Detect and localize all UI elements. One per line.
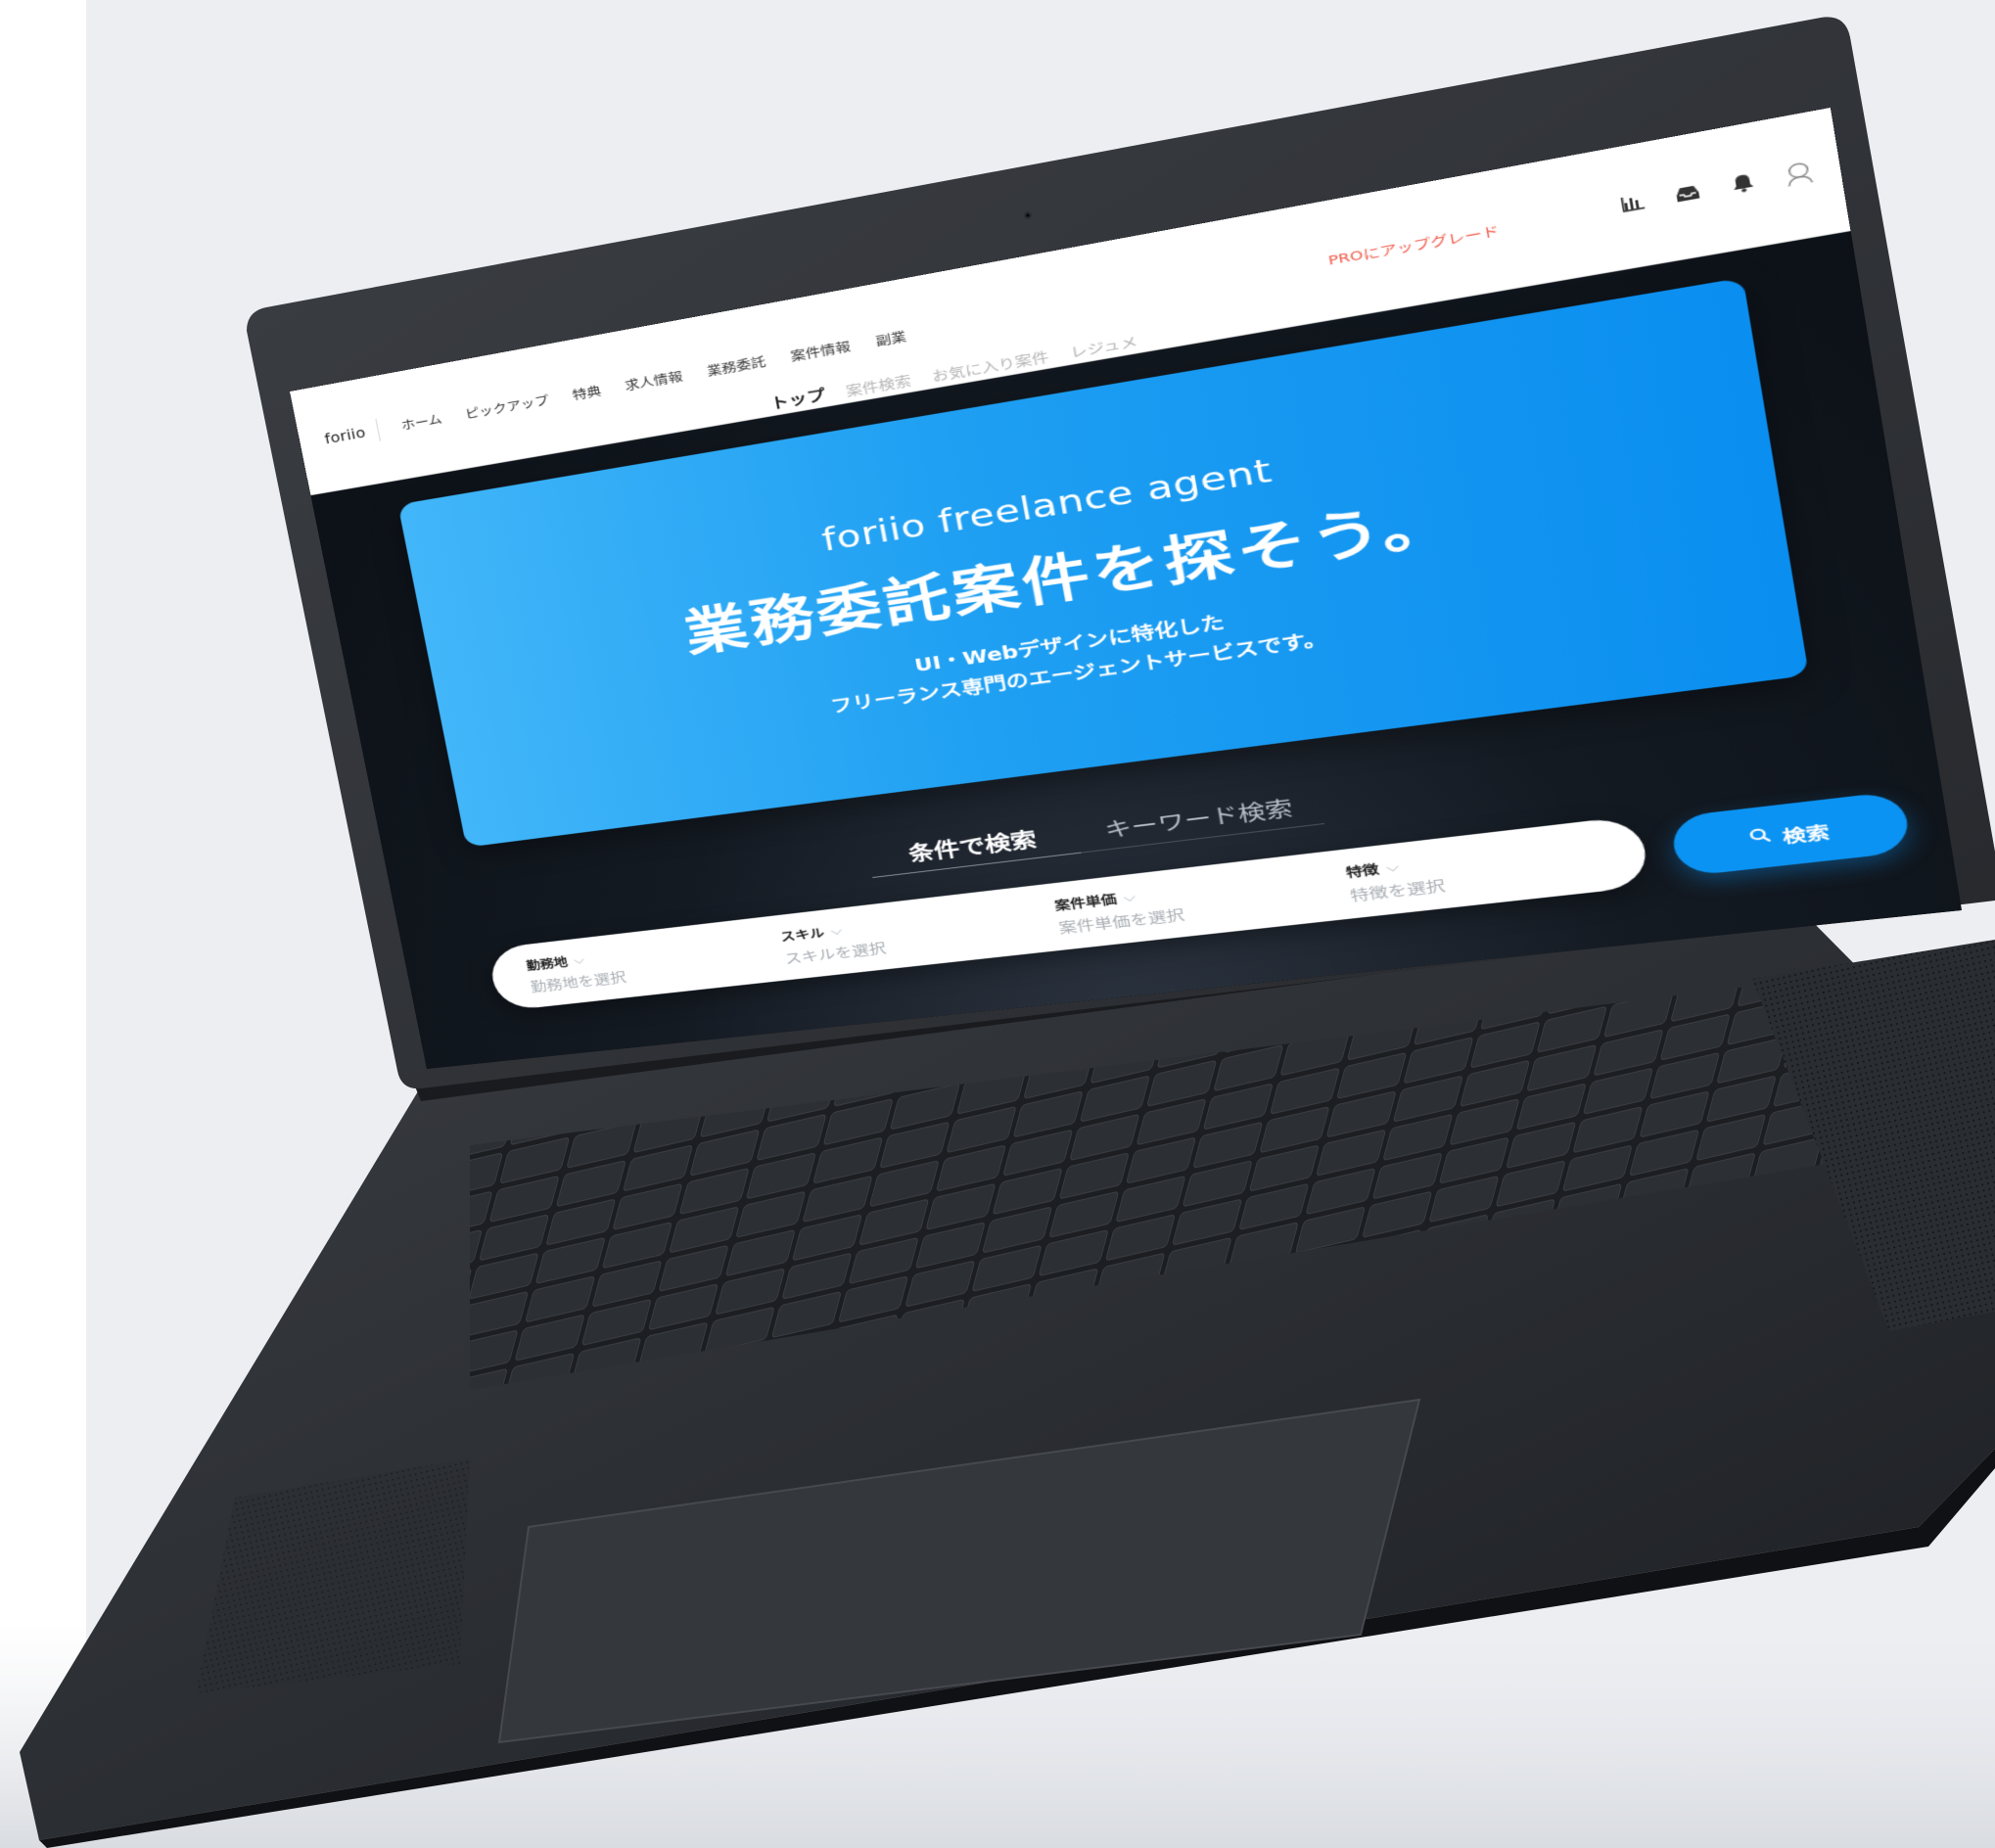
chevron-down-icon: ⌵ xyxy=(1123,891,1137,905)
logo-divider xyxy=(375,419,381,441)
nav-item-benefits[interactable]: 特典 xyxy=(571,381,602,402)
header-icons xyxy=(1616,160,1817,216)
logo[interactable]: foriio xyxy=(323,425,367,447)
nav-item-contract[interactable]: 業務委託 xyxy=(705,351,766,379)
rate-select[interactable]: 案件単価 ⌵ 案件単価を選択 xyxy=(1053,882,1186,938)
upgrade-pro-link[interactable]: PROにアップグレード xyxy=(1326,220,1501,269)
location-placeholder: 勤務地を選択 xyxy=(529,967,627,995)
chevron-down-icon: ⌵ xyxy=(1385,860,1400,876)
feature-placeholder: 特徴を選択 xyxy=(1348,875,1446,905)
nav-item-projects[interactable]: 案件情報 xyxy=(789,336,852,364)
chart-icon[interactable] xyxy=(1616,189,1649,216)
profile-avatar-icon[interactable] xyxy=(1782,160,1816,187)
feature-select[interactable]: 特徴 ⌵ 特徴を選択 xyxy=(1344,852,1447,905)
product-mockup-scene: foriio ホーム ピックアップ 特典 求人情報 業務委託 案件情報 副業 P… xyxy=(0,0,1995,1848)
nav-item-home[interactable]: ホーム xyxy=(399,409,443,433)
search-icon xyxy=(1748,826,1774,849)
nav-item-jobs[interactable]: 求人情報 xyxy=(623,366,683,393)
bell-icon[interactable] xyxy=(1726,169,1760,197)
chevron-down-icon: ⌵ xyxy=(830,924,844,939)
nav-item-pickup[interactable]: ピックアップ xyxy=(463,391,550,422)
skill-select[interactable]: スキル ⌵ スキルを選択 xyxy=(779,916,888,968)
skill-placeholder: スキルを選択 xyxy=(783,938,888,967)
location-select[interactable]: 勤務地 ⌵ 勤務地を選択 xyxy=(525,946,627,995)
search-button-label: 検索 xyxy=(1781,817,1832,847)
nav-item-side-jobs[interactable]: 副業 xyxy=(874,326,907,348)
chevron-down-icon: ⌵ xyxy=(573,953,585,967)
inbox-icon[interactable] xyxy=(1671,179,1705,207)
